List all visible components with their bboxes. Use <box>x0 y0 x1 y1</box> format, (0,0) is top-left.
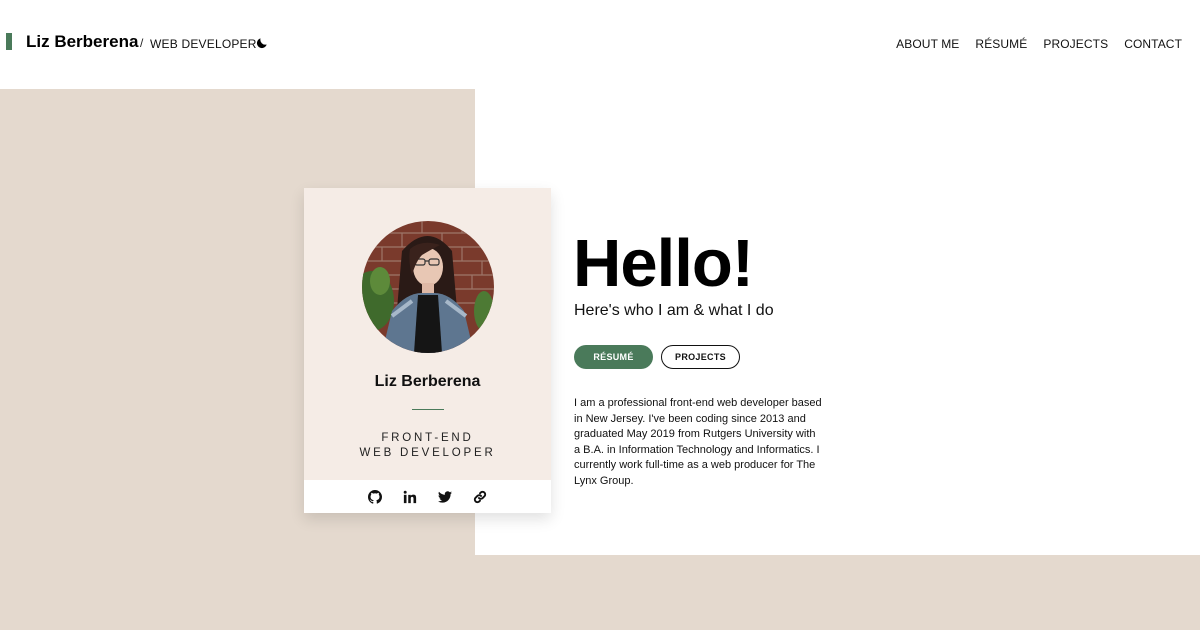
page: Liz Berberena / WEB DEVELOPER ABOUT ME R… <box>0 0 1200 630</box>
about-text: I am a professional front-end web develo… <box>574 397 822 487</box>
link-icon[interactable] <box>473 490 487 504</box>
projects-button[interactable]: PROJECTS <box>661 345 740 369</box>
card-role-line-1: FRONT-END <box>381 432 474 444</box>
nav-resume[interactable]: RÉSUMÉ <box>975 37 1027 51</box>
hello-heading: Hello! <box>573 226 754 301</box>
linkedin-icon[interactable] <box>403 490 417 504</box>
social-links <box>304 480 551 513</box>
site-title[interactable]: Liz Berberena <box>26 32 138 52</box>
card-role: FRONT-END WEB DEVELOPER <box>304 431 551 461</box>
github-icon[interactable] <box>368 489 382 504</box>
site-subtitle: WEB DEVELOPER <box>150 37 257 51</box>
intro-subtitle: Here's who I am & what I do <box>574 302 774 319</box>
brand-accent-bar <box>6 33 12 50</box>
profile-card: Liz Berberena FRONT-END WEB DEVELOPER <box>304 188 551 513</box>
twitter-icon[interactable] <box>438 490 452 504</box>
card-name: Liz Berberena <box>374 373 481 390</box>
site-header: Liz Berberena / WEB DEVELOPER ABOUT ME R… <box>0 0 1200 89</box>
card-divider <box>412 409 444 410</box>
title-separator: / <box>140 36 144 50</box>
nav-projects[interactable]: PROJECTS <box>1043 37 1108 51</box>
resume-button[interactable]: RÉSUMÉ <box>574 345 653 369</box>
avatar <box>362 221 494 353</box>
card-role-line-2: WEB DEVELOPER <box>359 447 496 459</box>
nav-about-me[interactable]: ABOUT ME <box>896 37 959 51</box>
nav-contact[interactable]: CONTACT <box>1124 37 1182 51</box>
moon-icon[interactable] <box>255 36 269 50</box>
avatar-photo <box>362 221 494 353</box>
main-nav: ABOUT ME RÉSUMÉ PROJECTS CONTACT <box>896 37 1182 51</box>
